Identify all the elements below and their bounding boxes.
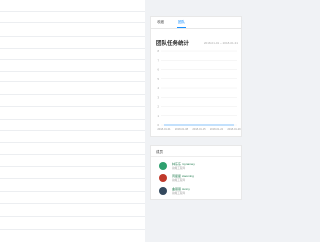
member-item[interactable]: 周星星 xiaoming 前端工程师 (159, 174, 239, 184)
row-divider (0, 178, 145, 179)
y-tick-label: 6 (158, 68, 160, 72)
y-tick-label: 2 (158, 105, 160, 109)
tab-underline (177, 27, 186, 28)
x-tick-label: 2018-01-01 (157, 127, 171, 131)
row-divider (0, 203, 145, 204)
row-divider (0, 229, 145, 230)
divider (151, 156, 241, 157)
row-divider (0, 71, 145, 72)
members-card: 成员 林东东 mynamey 前端工程师 周星星 xiaoming 前端工程师 曲丽丽 … (150, 145, 242, 200)
row-divider (0, 48, 145, 49)
team-stats-card: 收藏 团队 团队任务统计 2018-01-01 ~ 2018-01-31 0 1 2… (150, 16, 242, 137)
x-tick-label: 2018-01-29 (227, 127, 241, 131)
row-divider (0, 106, 145, 107)
member-role: 前端工程师 (172, 179, 185, 182)
row-divider (0, 154, 145, 155)
row-divider (0, 130, 145, 131)
row-divider (0, 142, 145, 143)
y-tick-label: 8 (158, 49, 160, 53)
member-item[interactable]: 林东东 mynamey 前端工程师 (159, 162, 239, 172)
row-divider (0, 216, 145, 217)
avatar (159, 174, 167, 182)
row-divider (0, 166, 145, 167)
row-divider (0, 94, 145, 95)
row-divider (0, 119, 145, 120)
y-tick-label: 5 (158, 77, 160, 81)
row-divider (0, 81, 145, 82)
tab-favorites[interactable]: 收藏 (157, 20, 164, 25)
chart-title: 团队任务统计 (156, 41, 190, 47)
y-tick-label: 3 (158, 95, 160, 99)
member-item[interactable]: 曲丽丽 Jenny 前端工程师 (159, 187, 239, 197)
x-tick-label: 2018-01-15 (192, 127, 206, 131)
members-title: 成员 (156, 150, 163, 154)
stats-tabs: 收藏 团队 (151, 17, 241, 29)
row-divider (0, 59, 145, 60)
row-divider (0, 11, 145, 12)
row-divider (0, 22, 145, 23)
y-tick-label: 7 (158, 58, 160, 62)
x-tick-label: 2018-01-08 (175, 127, 189, 131)
y-tick-label: 4 (158, 86, 160, 90)
member-role: 前端工程师 (172, 192, 185, 195)
x-tick-label: 2018-01-22 (210, 127, 224, 131)
row-divider (0, 36, 145, 37)
y-tick-label: 0 (158, 123, 160, 127)
avatar (159, 162, 167, 170)
date-range-label: 2018-01-01 ~ 2018-01-31 (203, 41, 238, 45)
avatar (159, 187, 167, 195)
row-divider (0, 191, 145, 192)
team-task-chart: 0 1 2 3 4 5 6 7 8 2018-01-01 2018-01-08 2018-01-15 2… (157, 49, 241, 131)
tab-team[interactable]: 团队 (178, 20, 185, 25)
y-tick-label: 1 (158, 114, 160, 118)
task-list-panel: 公开为 Ant Design 新增日历组件Ant Design 增加 Layou… (0, 0, 145, 242)
member-role: 前端工程师 (172, 167, 185, 170)
